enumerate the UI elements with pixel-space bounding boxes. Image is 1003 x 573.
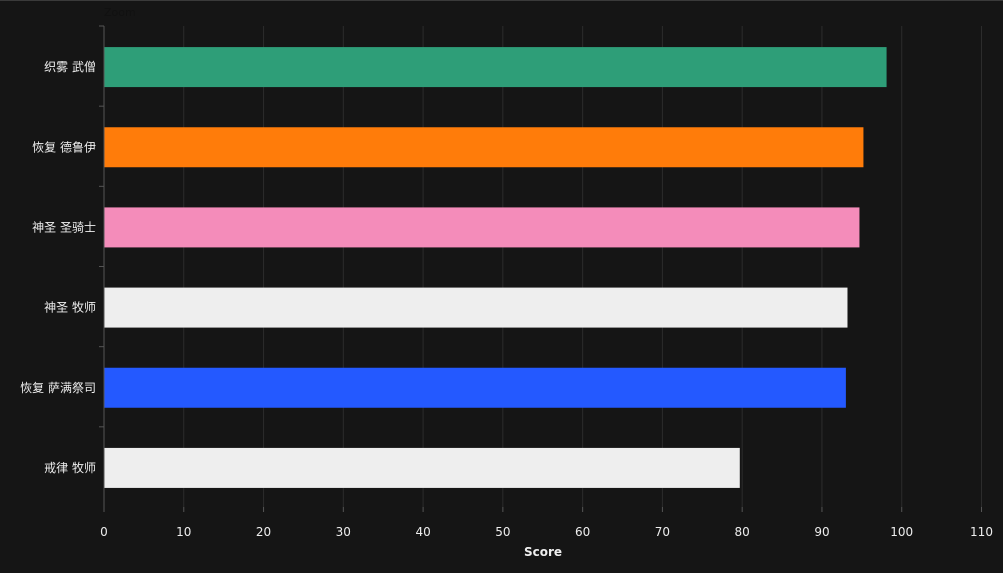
x-tick-label: 40	[415, 525, 430, 539]
y-category-label: 戒律 牧师	[44, 461, 96, 475]
x-axis-label: Score	[524, 545, 562, 559]
x-tick-label: 100	[890, 525, 913, 539]
y-axis-labels: 织雾 武僧恢复 德鲁伊神圣 圣骑士神圣 牧师恢复 萨满祭司戒律 牧师	[20, 25, 104, 475]
x-tick-label: 50	[495, 525, 510, 539]
x-tick-label: 0	[100, 525, 108, 539]
bars	[104, 47, 887, 488]
bar-chart: Zoom 织雾 武僧恢复 德鲁伊神圣 圣骑士神圣 牧师恢复 萨满祭司戒律 牧师 …	[20, 6, 993, 559]
x-tick-label: 90	[814, 525, 829, 539]
x-tick-label: 30	[336, 525, 351, 539]
x-tick-label: 20	[256, 525, 271, 539]
x-tick-label: 60	[575, 525, 590, 539]
x-axis-ticks: 0 10 20 30 40 50 60 70 80 90 100 110	[100, 507, 993, 539]
y-category-label: 神圣 牧师	[44, 301, 96, 315]
x-tick-label: 110	[970, 525, 993, 539]
chart-title: Zoom	[104, 6, 136, 19]
y-category-label: 织雾 武僧	[44, 60, 96, 74]
y-category-label: 神圣 圣骑士	[32, 220, 96, 234]
x-tick-label: 70	[655, 525, 670, 539]
bar	[104, 367, 846, 408]
bar	[104, 207, 860, 248]
y-category-label: 恢复 萨满祭司	[20, 381, 96, 395]
bar	[104, 287, 848, 328]
bar	[104, 47, 887, 88]
x-tick-label: 80	[735, 525, 750, 539]
bar	[104, 127, 864, 168]
x-tick-label: 10	[176, 525, 191, 539]
y-category-label: 恢复 德鲁伊	[32, 139, 96, 154]
bar	[104, 447, 740, 488]
grid-lines	[183, 26, 982, 507]
